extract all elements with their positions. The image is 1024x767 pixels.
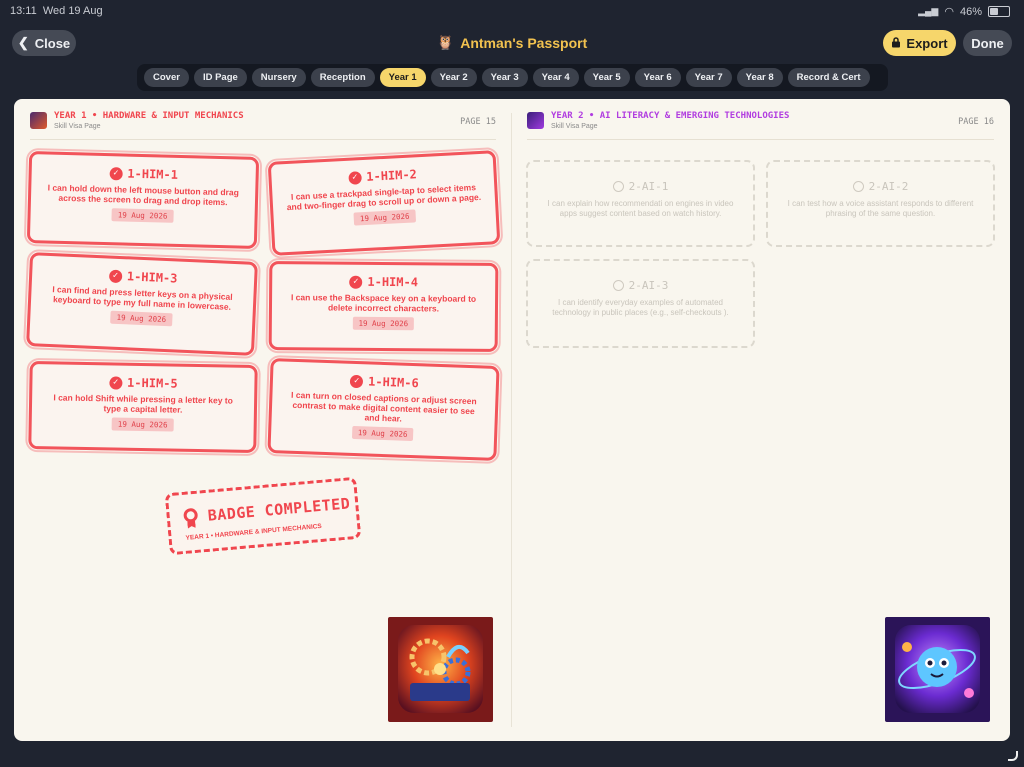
empty-circle-icon bbox=[612, 181, 624, 192]
left-header-rule bbox=[30, 139, 496, 140]
tab-year-3[interactable]: Year 3 bbox=[481, 68, 528, 87]
hardware-badge-image bbox=[388, 617, 493, 722]
empty-circle-icon bbox=[612, 280, 624, 291]
owl-icon: 🦉 bbox=[436, 34, 455, 50]
skill-stamp: ✓ 1-HIM-1 I can hold down the left mouse … bbox=[26, 151, 260, 249]
check-badge-icon: ✓ bbox=[109, 375, 123, 390]
right-page-heading: YEAR 2 • AI LITERACY & EMERGING TECHNOLO… bbox=[551, 111, 790, 121]
resize-corner-icon bbox=[1008, 751, 1018, 761]
check-badge-icon: ✓ bbox=[108, 269, 123, 283]
empty-circle-icon bbox=[852, 181, 864, 192]
skill-stamp: ✓ 1-HIM-2 I can use a trackpad single-tap… bbox=[267, 150, 501, 256]
empty-skill-slot: 2-AI-1 I can explain how recommendati on… bbox=[526, 160, 755, 247]
status-bar: 13:11 Wed 19 Aug ▂▄▆ ◠ 46% bbox=[0, 0, 1024, 22]
tab-year-8[interactable]: Year 8 bbox=[736, 68, 783, 87]
badge-subtitle: YEAR 1 • HARDWARE & INPUT MECHANICS bbox=[185, 522, 323, 542]
check-badge-icon: ✓ bbox=[109, 166, 123, 180]
skill-stamp: ✓ 1-HIM-6 I can turn on closed captions o… bbox=[267, 358, 500, 461]
left-page-number: PAGE 15 bbox=[460, 117, 496, 127]
tab-year-7[interactable]: Year 7 bbox=[685, 68, 732, 87]
page-divider bbox=[511, 113, 512, 727]
empty-skill-slot: 2-AI-2 I can test how a voice assistant … bbox=[766, 160, 995, 247]
done-label: Done bbox=[971, 35, 1004, 51]
skill-stamp: ✓ 1-HIM-4 I can use the Backspace key on … bbox=[268, 261, 499, 352]
lock-icon bbox=[891, 36, 901, 51]
robot-icon bbox=[527, 112, 544, 129]
skill-stamp: ✓ 1-HIM-3 I can find and press letter key… bbox=[26, 252, 258, 356]
tab-year-6[interactable]: Year 6 bbox=[634, 68, 681, 87]
battery-percent: 46% bbox=[959, 5, 982, 18]
ai-badge-image bbox=[885, 617, 990, 722]
right-page-subtitle: Skill Visa Page bbox=[551, 123, 598, 130]
tab-year-5[interactable]: Year 5 bbox=[583, 68, 630, 87]
award-ribbon-icon bbox=[183, 507, 199, 523]
tab-id-page[interactable]: ID Page bbox=[193, 68, 247, 87]
right-page-number: PAGE 16 bbox=[958, 117, 994, 127]
tab-year-4[interactable]: Year 4 bbox=[532, 68, 579, 87]
check-badge-icon: ✓ bbox=[347, 170, 362, 185]
export-label: Export bbox=[906, 35, 948, 51]
left-page-header: YEAR 1 • HARDWARE & INPUT MECHANICS Skil… bbox=[30, 111, 496, 139]
badge-completed-stamp: BADGE COMPLETED YEAR 1 • HARDWARE & INPU… bbox=[164, 476, 362, 556]
right-header-rule bbox=[527, 139, 994, 140]
done-button[interactable]: Done bbox=[963, 30, 1012, 56]
tab-bar: Cover ID Page Nursery Reception Year 1 Y… bbox=[137, 64, 888, 91]
title-text: Antman's Passport bbox=[460, 34, 588, 51]
tab-nursery[interactable]: Nursery bbox=[251, 68, 306, 87]
export-button[interactable]: Export bbox=[883, 30, 956, 56]
right-page-header: YEAR 2 • AI LITERACY & EMERGING TECHNOLO… bbox=[527, 111, 994, 139]
tab-cover[interactable]: Cover bbox=[144, 68, 189, 87]
status-time: 13:11 Wed 19 Aug bbox=[10, 5, 103, 17]
tab-reception[interactable]: Reception bbox=[310, 68, 375, 87]
tab-year-1[interactable]: Year 1 bbox=[379, 68, 426, 87]
tab-record-cert[interactable]: Record & Cert bbox=[787, 68, 870, 87]
empty-skill-slot: 2-AI-3 I can identify everyday examples … bbox=[526, 259, 755, 348]
gears-icon bbox=[30, 112, 47, 129]
passport-spread: YEAR 1 • HARDWARE & INPUT MECHANICS Skil… bbox=[14, 99, 1010, 741]
signal-icon: ▂▄▆ bbox=[918, 6, 939, 16]
page-title: 🦉 Antman's Passport bbox=[0, 34, 1024, 51]
badge-title: BADGE COMPLETED bbox=[206, 494, 351, 525]
battery-icon bbox=[988, 6, 1010, 17]
skill-stamp: ✓ 1-HIM-5 I can hold Shift while pressing… bbox=[28, 361, 258, 453]
wifi-icon: ◠ bbox=[944, 6, 954, 18]
tab-year-2[interactable]: Year 2 bbox=[430, 68, 477, 87]
check-badge-icon: ✓ bbox=[349, 374, 364, 388]
check-badge-icon: ✓ bbox=[349, 275, 363, 289]
left-page-heading: YEAR 1 • HARDWARE & INPUT MECHANICS bbox=[54, 111, 244, 121]
left-page-subtitle: Skill Visa Page bbox=[54, 123, 101, 130]
